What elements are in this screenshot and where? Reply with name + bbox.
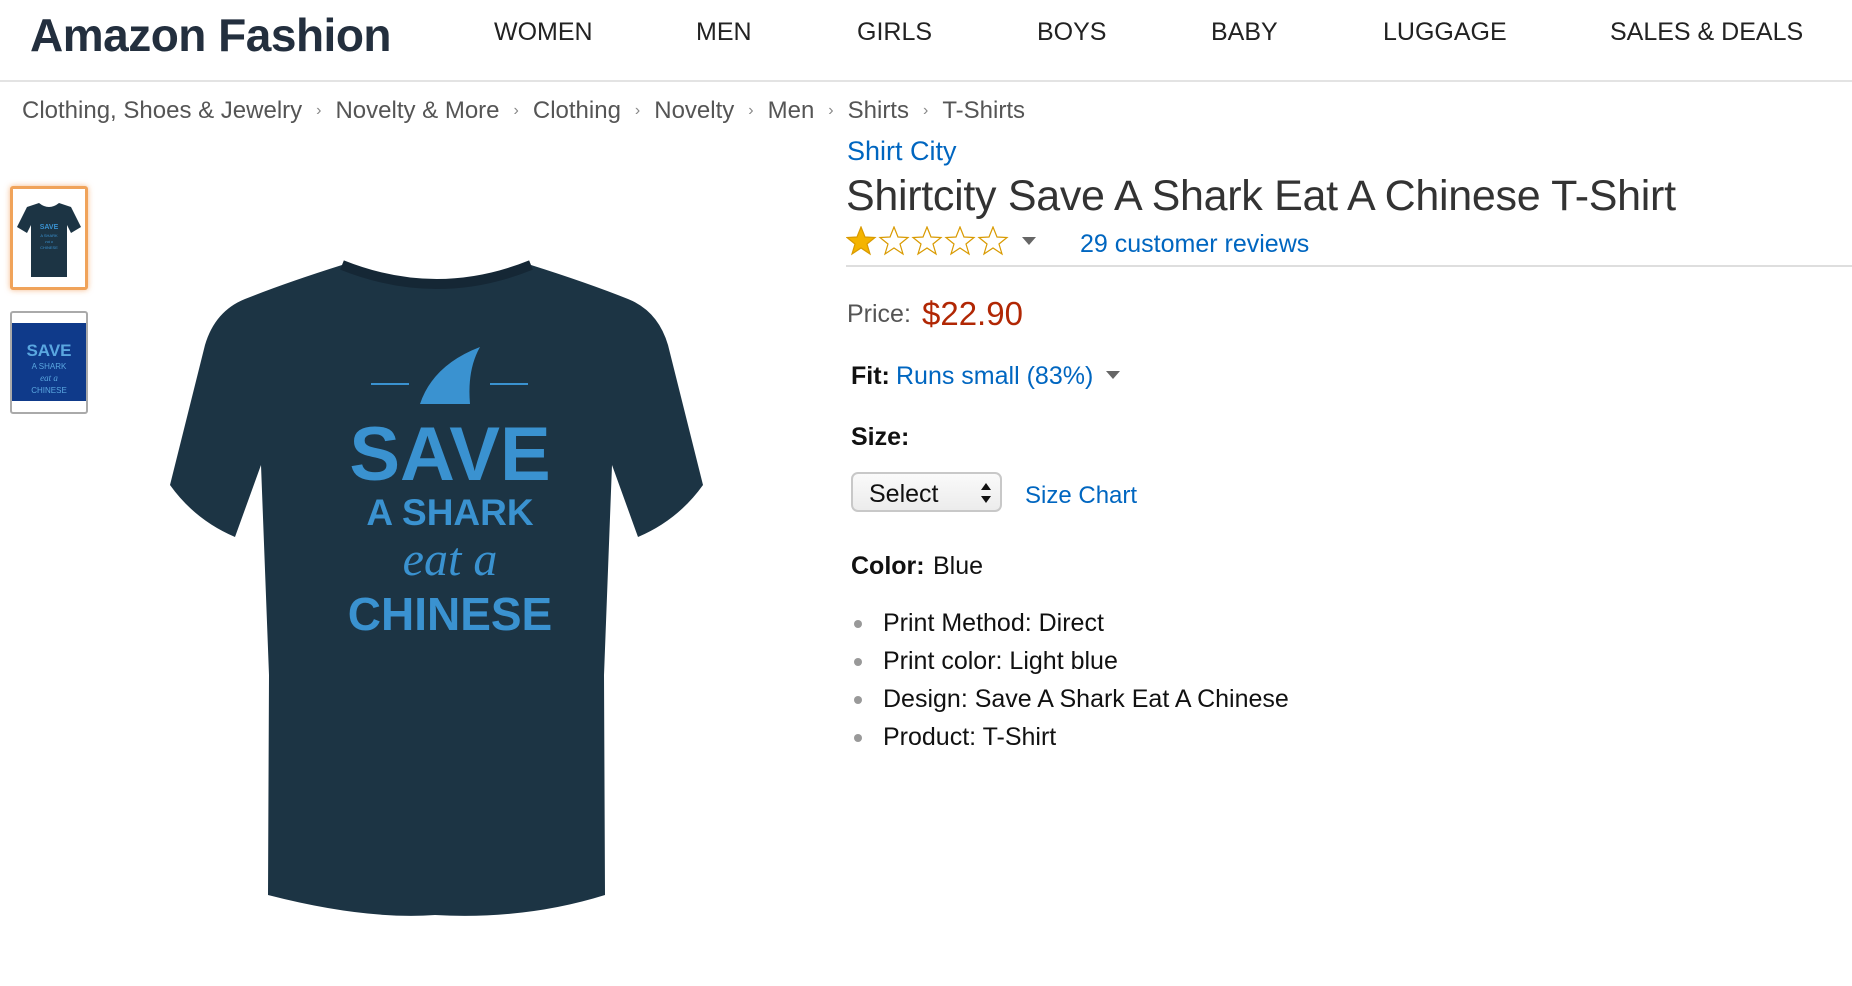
svg-text:A SHARK: A SHARK (40, 233, 58, 238)
bullet-icon (854, 620, 862, 628)
rating-caret-down-icon[interactable] (1022, 237, 1036, 245)
nav-luggage[interactable]: LUGGAGE (1383, 18, 1507, 47)
bullet-icon (854, 658, 862, 666)
breadcrumb-separator: › (922, 102, 929, 119)
shirt-print-a-shark: A SHARK (366, 492, 533, 533)
size-label: Size: (851, 423, 910, 451)
list-item: Print color: Light blue (852, 646, 1289, 684)
breadcrumb-novelty-more[interactable]: Novelty & More (335, 97, 499, 124)
breadcrumb-clothing[interactable]: Clothing (533, 97, 621, 124)
amazon-fashion-logo[interactable]: Amazon Fashion (30, 8, 392, 62)
select-arrows-icon (981, 483, 991, 503)
color-value: Blue (933, 552, 984, 580)
bullet-icon (854, 734, 862, 742)
product-title: Shirtcity Save A Shark Eat A Chinese T-S… (846, 172, 1676, 220)
breadcrumb-shirts[interactable]: Shirts (848, 97, 909, 124)
breadcrumb-separator: › (513, 102, 519, 119)
thumbnail-shirt-front[interactable]: SAVE A SHARK eat a CHINESE (10, 186, 88, 290)
bullet-text: Print color: Light blue (883, 647, 1118, 675)
nav-girls[interactable]: GIRLS (857, 18, 932, 47)
brand-link[interactable]: Shirt City (847, 136, 957, 167)
size-select-value: Select (869, 480, 939, 508)
customer-reviews-link[interactable]: 29 customer reviews (1080, 230, 1309, 259)
thumbnail-print-design[interactable]: SAVE A SHARK eat a CHINESE (10, 311, 88, 414)
nav-men[interactable]: MEN (696, 18, 752, 47)
shirt-print-save: SAVE (349, 412, 550, 497)
list-item: Design: Save A Shark Eat A Chinese (852, 684, 1289, 722)
bullet-text: Print Method: Direct (883, 609, 1104, 637)
nav-baby[interactable]: BABY (1211, 18, 1278, 47)
tshirt-thumbnail-image: SAVE A SHARK eat a CHINESE (17, 203, 81, 277)
bullet-icon (854, 696, 862, 704)
feature-bullets: Print Method: Direct Print color: Light … (852, 608, 1289, 760)
divider (846, 265, 1852, 267)
nav-sales-deals[interactable]: SALES & DEALS (1610, 18, 1803, 47)
star-icon (846, 226, 876, 255)
price-value: $22.90 (922, 295, 1023, 332)
list-item: Print Method: Direct (852, 608, 1289, 646)
shirt-print-chinese: CHINESE (348, 588, 552, 640)
svg-text:SAVE: SAVE (40, 224, 59, 231)
breadcrumb-separator: › (634, 102, 641, 119)
fit-label: Fit: (851, 362, 890, 390)
color-label: Color: (851, 552, 925, 580)
breadcrumb-separator: › (828, 102, 834, 119)
list-item: Product: T-Shirt (852, 722, 1289, 760)
breadcrumb-novelty[interactable]: Novelty (654, 97, 734, 124)
main-product-image[interactable]: SAVE A SHARK eat a CHINESE (165, 255, 737, 927)
breadcrumb: Clothing, Shoes & Jewelry › Novelty & More… (22, 97, 1025, 125)
star-icon (912, 226, 942, 255)
price-label: Price: (847, 300, 911, 328)
shirt-print-eat-a: eat a (403, 533, 498, 586)
svg-text:SAVE: SAVE (26, 341, 71, 360)
fit-caret-down-icon[interactable] (1106, 371, 1120, 379)
star-icon (945, 226, 975, 255)
star-icon (978, 226, 1008, 255)
svg-text:CHINESE: CHINESE (31, 386, 67, 395)
star-icon (879, 226, 909, 255)
fit-value-link[interactable]: Runs small (83%) (896, 362, 1093, 391)
breadcrumb-t-shirts[interactable]: T-Shirts (942, 97, 1025, 124)
tshirt-image: SAVE A SHARK eat a CHINESE (170, 260, 703, 916)
size-select[interactable]: Select (851, 472, 1002, 512)
size-chart-link[interactable]: Size Chart (1025, 482, 1137, 510)
breadcrumb-clothing-shoes-jewelry[interactable]: Clothing, Shoes & Jewelry (22, 97, 302, 124)
svg-text:eat a: eat a (40, 373, 58, 383)
bullet-text: Product: T-Shirt (883, 723, 1057, 751)
breadcrumb-separator: › (748, 102, 754, 119)
breadcrumb-men[interactable]: Men (768, 97, 815, 124)
top-navigation-bar: Amazon Fashion WOMEN MEN GIRLS BOYS BABY… (0, 0, 1852, 82)
nav-women[interactable]: WOMEN (494, 18, 593, 47)
svg-text:eat a: eat a (45, 239, 53, 244)
svg-text:A SHARK: A SHARK (32, 362, 67, 371)
print-design-thumbnail-image: SAVE A SHARK eat a CHINESE (12, 323, 86, 401)
star-rating-icon[interactable] (846, 226, 1012, 256)
bullet-text: Design: Save A Shark Eat A Chinese (883, 685, 1289, 713)
svg-text:CHINESE: CHINESE (40, 245, 58, 250)
nav-boys[interactable]: BOYS (1037, 18, 1106, 47)
breadcrumb-separator: › (316, 102, 322, 119)
